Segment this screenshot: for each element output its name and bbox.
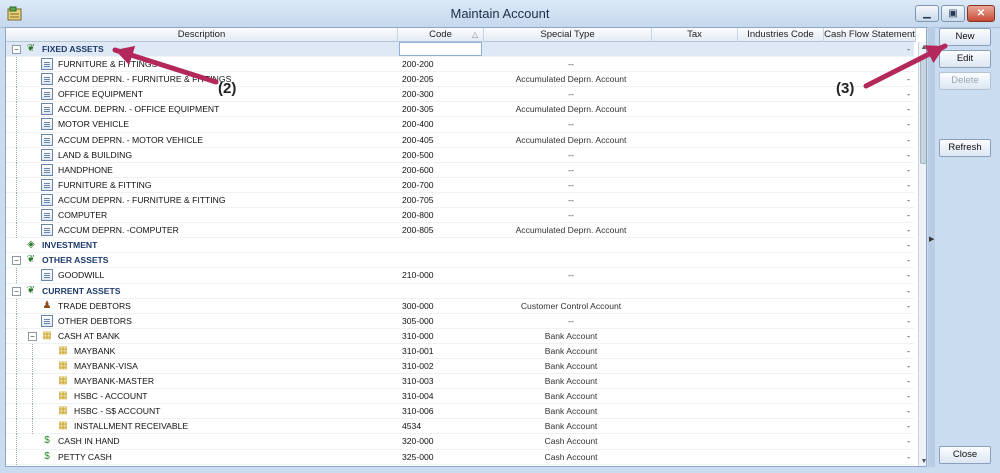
arrow-3-icon <box>863 43 948 89</box>
arrow-2-icon <box>112 45 219 85</box>
annotation-label-3: (3) <box>836 80 855 97</box>
annotation-arrows <box>112 43 948 89</box>
annotation-label-2: (2) <box>218 80 237 97</box>
